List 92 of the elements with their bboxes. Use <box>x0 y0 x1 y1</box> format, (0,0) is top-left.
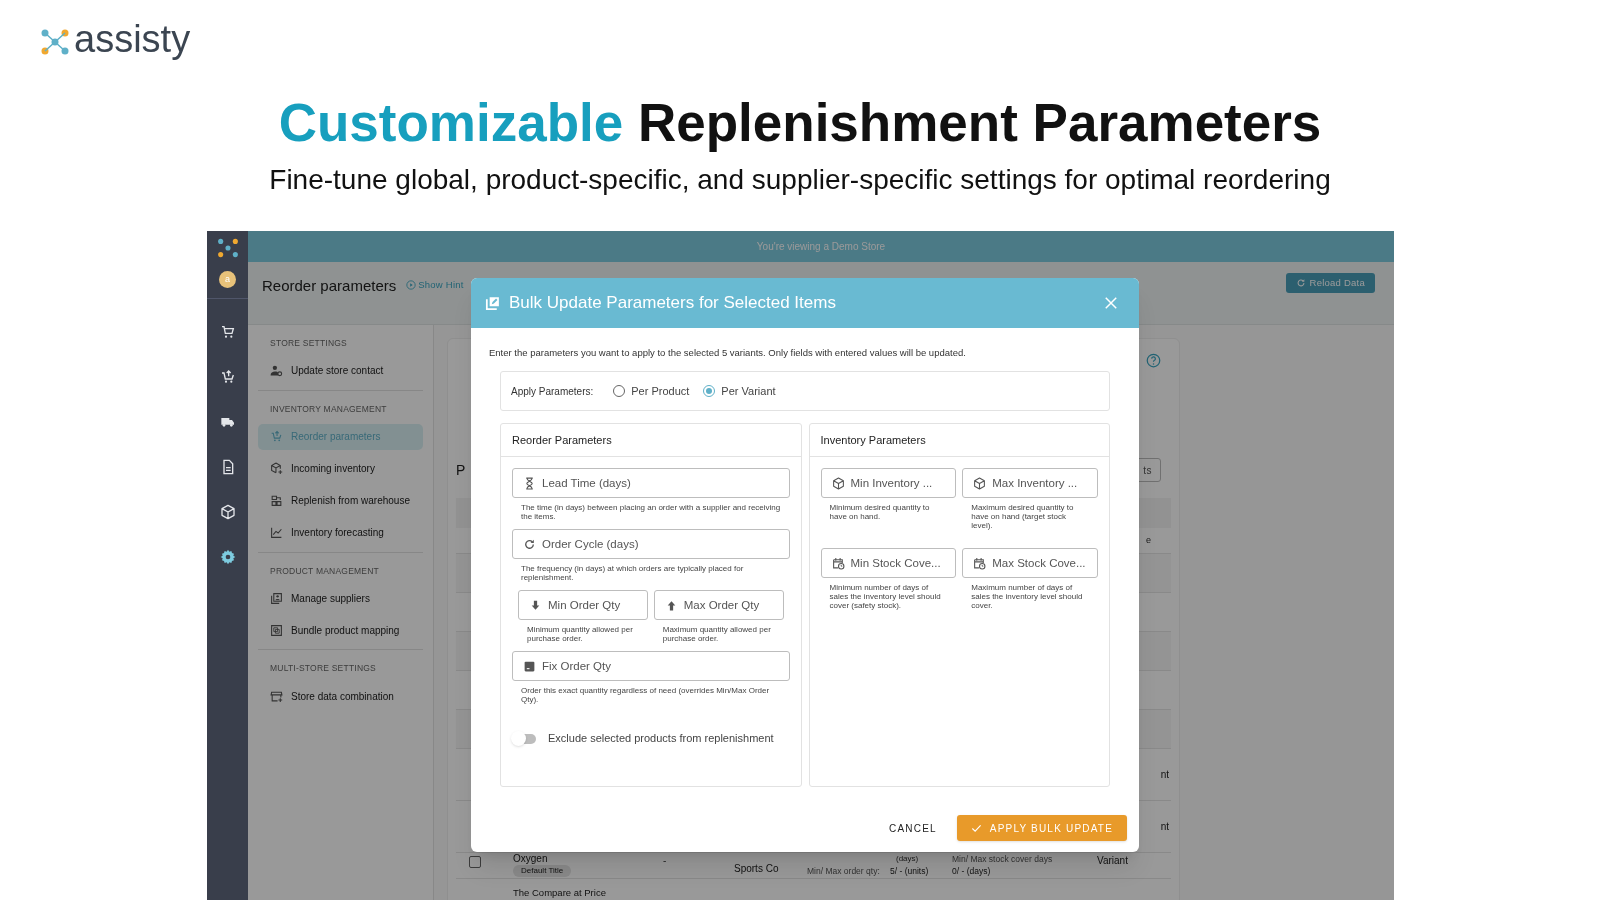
refresh-icon <box>523 537 536 551</box>
field-input[interactable]: Max Inventory ... <box>992 474 1087 492</box>
input-field[interactable]: Min Order Qty <box>518 590 648 621</box>
input-field[interactable]: Max Order Qty <box>653 590 784 621</box>
nav-item[interactable]: Replenish from warehouse <box>258 487 423 514</box>
input-field[interactable]: Order Cycle (days) <box>512 529 790 560</box>
field-help-text: Minimum quantity allowed per purchase order. <box>526 625 634 644</box>
dash-cell-text: - <box>663 854 667 868</box>
radio-option[interactable]: Per Variant <box>703 383 776 400</box>
field-input[interactable]: Order Cycle (days) <box>542 535 779 553</box>
nav-item[interactable]: Inventory forecasting <box>258 519 423 546</box>
nav-section-heading: PRODUCT MANAGEMENT <box>269 564 380 578</box>
nav-item[interactable]: Store data combination <box>258 683 423 709</box>
cube-icon <box>219 504 236 520</box>
dialog-description: Enter the parameters you want to apply to the selected 5 variants. Only fields with entered values will be updated. <box>489 346 967 360</box>
cart-arrow-icon <box>270 430 283 443</box>
gear-icon <box>219 549 236 565</box>
field-input[interactable]: Min Stock Cove... <box>850 554 946 572</box>
input-field[interactable]: Max Stock Cove... <box>962 548 1098 579</box>
field-help-text: Maximum desired quantity to have on hand (target stock level). <box>970 503 1075 531</box>
nav-section-heading: STORE SETTINGS <box>269 337 348 350</box>
field-help-text: Minimum desired quantity to have on hand. <box>828 503 931 522</box>
field-input[interactable]: Lead Time (days) <box>542 474 779 492</box>
page-title: Reorder parameters <box>262 276 397 296</box>
supplier-cell-text: Sports Co <box>734 862 779 876</box>
product-name: Oxygen <box>513 853 548 864</box>
stock-cover-value: 0/ - (days) <box>952 865 991 878</box>
field-help-text: Maximum number of days of sales the inventory level should cover. <box>970 583 1084 611</box>
radio-option[interactable]: Per Product <box>613 383 690 400</box>
days-unit: (days) <box>896 853 919 865</box>
apply-parameters-label: Apply Parameters: <box>511 384 594 399</box>
field-input[interactable]: Max Stock Cove... <box>992 554 1087 572</box>
person-gear-icon <box>270 364 283 378</box>
cart-icon <box>219 324 236 340</box>
demo-banner: You're viewing a Demo Store <box>248 231 1394 262</box>
cube-icon <box>831 476 845 490</box>
column-heading: e <box>1146 533 1151 547</box>
variant-cell-text: nt <box>1160 768 1169 782</box>
cart-arrow-icon <box>219 369 236 385</box>
field-help-text: Maximum quantity allowed per purchase order. <box>661 625 772 644</box>
nav-item[interactable]: Update store contact <box>258 357 423 384</box>
field-help-text: Order this exact quantity regardless of need (overrides Min/Max Order Qty). <box>520 686 771 705</box>
field-input[interactable]: Min Order Qty <box>548 596 637 614</box>
dialog-title: Bulk Update Parameters for Selected Items <box>509 292 836 315</box>
input-field[interactable]: Fix Order Qty <box>512 651 790 682</box>
input-field[interactable]: Min Inventory ... <box>820 468 957 499</box>
input-field[interactable]: Lead Time (days) <box>512 468 790 499</box>
row-checkbox[interactable] <box>469 856 481 868</box>
field-input[interactable]: Fix Order Qty <box>542 657 779 675</box>
subtitle: Fine-tune global, product-specific, and supplier-specific settings for optimal reordering <box>269 163 1331 197</box>
line-chart-icon <box>270 526 283 539</box>
calendar-clock-icon <box>831 556 845 570</box>
input-field[interactable]: Max Inventory ... <box>962 468 1098 499</box>
field-input[interactable]: Max Order Qty <box>683 596 773 614</box>
check-icon <box>970 822 982 834</box>
field-help-text: The frequency (in days) at which orders are typically placed for replenishment. <box>520 564 745 583</box>
variant-cell-text: Variant <box>1097 854 1128 868</box>
play-circle-icon <box>406 280 417 291</box>
variant-chip: Default Title <box>513 865 572 877</box>
bundle-icon <box>270 623 283 637</box>
nav-item[interactable]: Manage suppliers <box>258 585 423 612</box>
nav-section-heading: MULTI-STORE SETTINGS <box>269 662 377 675</box>
edit-icon <box>484 294 501 312</box>
cube-icon <box>973 476 987 490</box>
nav-section-heading: INVENTORY MANAGEMENT <box>269 402 388 416</box>
field-help-text: The time (in days) between placing an order with a supplier and receiving the items. <box>520 503 782 522</box>
order-qty-label: Min/ Max order qty: <box>807 865 880 878</box>
store-icon <box>270 689 283 703</box>
panel-title: Inventory Parameters <box>820 433 926 448</box>
calendar-clock-icon <box>973 556 987 570</box>
logo-icon <box>40 27 70 57</box>
brand-name: assisty <box>74 20 191 58</box>
contact-card-icon <box>270 591 283 605</box>
cancel-button[interactable]: CANCEL <box>879 815 947 841</box>
field-help-text: Minimum number of days of sales the inventory level should cover (safety stock). <box>828 583 942 611</box>
nav-item[interactable]: Incoming inventory <box>258 455 423 482</box>
order-qty-value: 5/ - (units) <box>890 865 929 878</box>
input-field[interactable]: Min Stock Cove... <box>820 548 957 579</box>
close-icon <box>1104 296 1118 310</box>
stock-cover-label: Min/ Max stock cover days <box>952 853 1053 866</box>
refresh-icon <box>1295 278 1306 288</box>
field-input[interactable]: Min Inventory ... <box>850 474 946 492</box>
hourglass-icon <box>523 476 536 490</box>
panel-title: Reorder Parameters <box>512 433 612 448</box>
app-logo-icon <box>216 237 239 259</box>
variant-cell-text: nt <box>1160 820 1169 834</box>
cube-plus-icon <box>270 462 283 475</box>
card-icon <box>523 659 536 673</box>
product-name: The Compare at Price <box>513 887 606 898</box>
section-heading: P <box>456 460 466 480</box>
nav-item[interactable]: Bundle product mapping <box>258 617 423 644</box>
headline: Customizable Replenishment Parameters <box>278 92 1322 154</box>
